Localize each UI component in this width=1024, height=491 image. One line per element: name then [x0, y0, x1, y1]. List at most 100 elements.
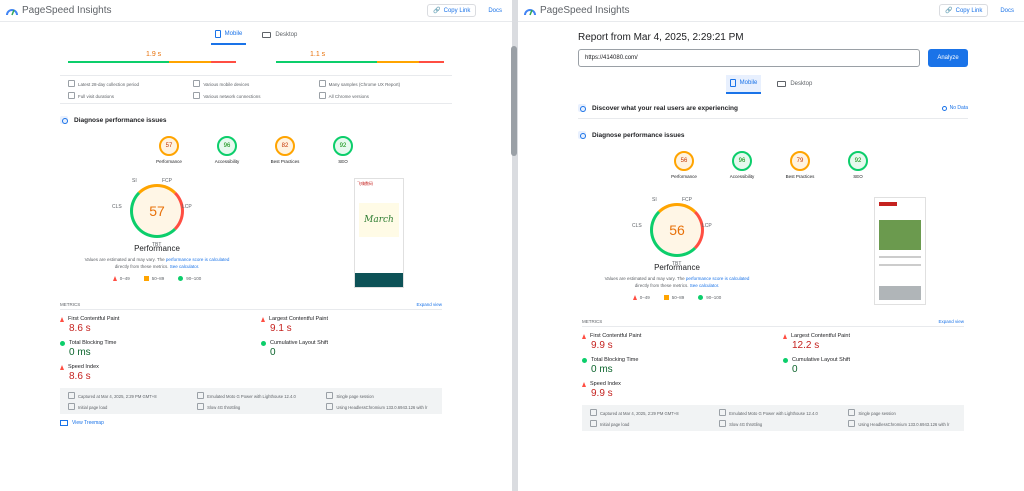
- docs-link[interactable]: Docs: [484, 6, 506, 16]
- screenshot-image: [879, 220, 921, 250]
- no-data-indicator: No Data: [941, 105, 968, 111]
- performance-big-gauge: SI FCP CLS LCP TBT 57 Performance: [72, 178, 242, 253]
- copy-link-label: Copy Link: [955, 7, 983, 14]
- top-bar: PageSpeed Insights 🔗 Copy Link Docs: [0, 0, 512, 22]
- device-tabs: Mobile Desktop: [0, 26, 512, 45]
- score-label: SEO: [853, 174, 863, 179]
- calculator-link[interactable]: See calculator.: [170, 264, 200, 269]
- tab-desktop-label: Desktop: [275, 32, 298, 38]
- red-triangle-icon: [112, 276, 117, 281]
- copy-link-label: Copy Link: [443, 7, 471, 14]
- info-icon: [941, 105, 947, 111]
- score-gauge[interactable]: 92 SEO: [325, 136, 361, 164]
- score-gauge[interactable]: 96 Accessibility: [724, 151, 760, 179]
- score-label: SEO: [338, 159, 348, 164]
- score-gauge[interactable]: 82 Best Practices: [267, 136, 303, 164]
- score-ring: 79: [790, 151, 810, 171]
- red-triangle-icon: [60, 364, 64, 370]
- metrics-grid: First Contentful Paint 8.6 s Largest Cont…: [60, 316, 442, 382]
- screenshot-logo: [879, 202, 897, 206]
- view-treemap-button[interactable]: View Treemap: [60, 420, 442, 426]
- screenshot-image: [879, 286, 921, 300]
- discover-section[interactable]: Discover what your real users are experi…: [578, 104, 968, 119]
- field-data-bars: 1.9 s 1.1 s: [0, 45, 512, 65]
- collection-info: Latest 28-day collection period Various …: [60, 75, 452, 104]
- legend-pass: 90–100: [178, 276, 201, 281]
- score-label: Performance: [671, 174, 697, 179]
- green-circle-icon: [60, 340, 65, 346]
- treemap-icon: [60, 420, 68, 426]
- users-icon: [578, 104, 586, 112]
- info-item: Various network connections: [193, 92, 318, 99]
- metric-name: Cumulative Layout Shift: [783, 357, 964, 363]
- tab-mobile[interactable]: Mobile: [725, 75, 762, 94]
- metric-value: 9.1 s: [270, 323, 292, 334]
- metrics-header: METRICS Expand view: [582, 319, 964, 327]
- score-calc-link[interactable]: performance score is calculated: [686, 276, 750, 281]
- metric-value: 0 ms: [69, 347, 91, 358]
- page-screenshot: 飞嗨数码 March: [354, 178, 404, 288]
- link-icon: 🔗: [433, 8, 441, 14]
- tab-mobile[interactable]: Mobile: [210, 26, 247, 45]
- red-triangle-icon: [632, 295, 637, 300]
- score-gauge[interactable]: 56 Performance: [666, 151, 702, 179]
- phone-icon: [214, 30, 221, 38]
- treemap-label: View Treemap: [72, 420, 104, 426]
- logo[interactable]: PageSpeed Insights: [524, 5, 630, 16]
- score-label: Best Practices: [270, 159, 300, 164]
- run-info-item: Slow 4G throttling: [719, 420, 848, 427]
- metric-cls: Cumulative Layout Shift 0: [261, 340, 442, 358]
- metric-si: Speed Index 8.6 s: [60, 364, 241, 382]
- metric-value: 0 ms: [591, 364, 613, 375]
- score-gauge[interactable]: 79 Best Practices: [782, 151, 818, 179]
- gauge-label-cls: CLS: [112, 204, 122, 210]
- legend-average: 50–89: [143, 276, 164, 281]
- red-triangle-icon: [60, 316, 64, 322]
- scrollbar-thumb[interactable]: [511, 46, 517, 156]
- left-pane: PageSpeed Insights 🔗 Copy Link Docs Mobil…: [0, 0, 512, 491]
- tab-desktop[interactable]: Desktop: [258, 26, 301, 45]
- expand-view-button[interactable]: Expand view: [938, 319, 964, 324]
- phone-icon: [729, 79, 736, 87]
- metric-value: 9.9 s: [591, 388, 613, 399]
- metric-name-text: Total Blocking Time: [69, 340, 117, 346]
- run-info-footer: Captured at Mar 4, 2025, 2:29 PM GMT+8 E…: [582, 405, 964, 431]
- docs-link[interactable]: Docs: [996, 6, 1018, 16]
- report-title: Report from Mar 4, 2025, 2:29:21 PM: [578, 32, 744, 43]
- note-text: Values are estimated and may vary. The: [604, 276, 685, 281]
- metric-value: 8.6 s: [69, 323, 91, 334]
- score-gauge[interactable]: 96 Accessibility: [209, 136, 245, 164]
- gauge-label-si: SI: [132, 178, 137, 184]
- pagespeed-logo-icon: [524, 8, 536, 15]
- analyze-button[interactable]: Analyze: [928, 49, 968, 67]
- metrics-section: METRICS Expand view First Contentful Pain…: [60, 302, 442, 426]
- copy-link-button[interactable]: 🔗 Copy Link: [939, 4, 989, 17]
- metric-name-text: Cumulative Layout Shift: [792, 357, 851, 363]
- url-input[interactable]: https://414080.com/: [578, 49, 920, 67]
- score-calc-link[interactable]: performance score is calculated: [166, 257, 230, 262]
- score-gauge[interactable]: 57 Performance: [151, 136, 187, 164]
- top-bar: PageSpeed Insights 🔗 Copy Link Docs: [518, 0, 1024, 22]
- screenshot-text-line: [879, 264, 921, 266]
- expand-view-button[interactable]: Expand view: [416, 302, 442, 307]
- copy-link-button[interactable]: 🔗 Copy Link: [427, 4, 477, 17]
- performance-detail: SI FCP CLS LCP TBT 56 Performance Values…: [592, 197, 1024, 305]
- note-text: directly from these metrics.: [634, 283, 689, 288]
- metric-value: 12.2 s: [792, 340, 820, 351]
- gauge-label-fcp: FCP: [682, 197, 692, 203]
- logo[interactable]: PageSpeed Insights: [6, 5, 112, 16]
- metric-name-text: Total Blocking Time: [591, 357, 639, 363]
- note-text: Values are estimated and may vary. The: [84, 257, 165, 262]
- gauge-label-lcp: LCP: [182, 204, 192, 210]
- green-circle-icon: [698, 295, 704, 300]
- calculator-link[interactable]: See calculator.: [690, 283, 720, 288]
- run-info-item: Initial page load: [590, 420, 719, 427]
- metric-si: Speed Index 9.9 s: [582, 381, 763, 399]
- gauge-label-tbt: TBT: [672, 261, 682, 267]
- tab-desktop[interactable]: Desktop: [773, 75, 816, 94]
- metric-value: 9.9 s: [591, 340, 613, 351]
- tab-mobile-label: Mobile: [739, 80, 758, 86]
- score-gauge[interactable]: 92 SEO: [840, 151, 876, 179]
- run-info-item: Single page session: [326, 392, 434, 399]
- field-bar: 1.1 s: [276, 51, 444, 65]
